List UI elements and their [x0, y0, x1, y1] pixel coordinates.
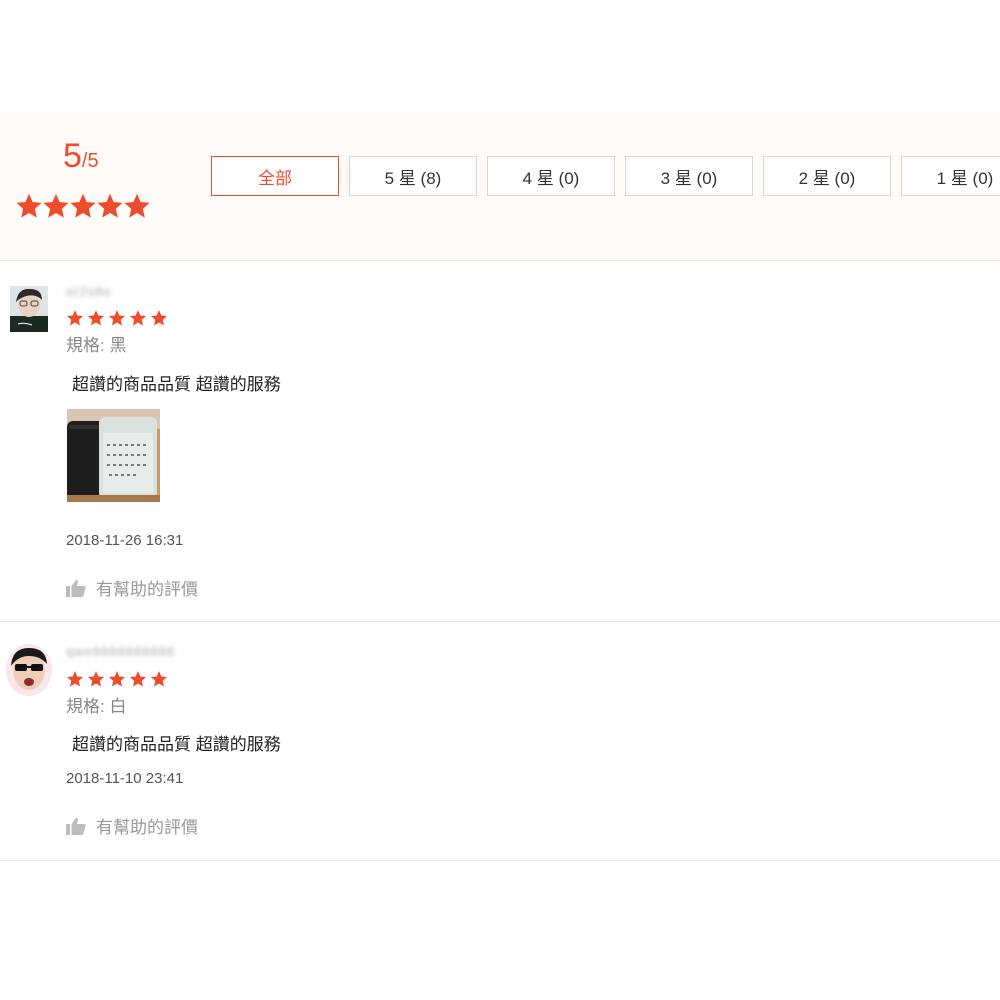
- helpful-button[interactable]: 有幫助的評價: [66, 813, 198, 838]
- star-icon: [87, 671, 105, 687]
- filter-5-star-button[interactable]: 5 星 (8): [349, 156, 477, 196]
- review-date: 2018-11-10 23:41: [66, 770, 184, 787]
- star-icon: [129, 671, 147, 687]
- thumbs-up-icon: [66, 579, 86, 597]
- helpful-button[interactable]: 有幫助的評價: [66, 575, 198, 600]
- star-icon: [70, 193, 96, 218]
- score-value: 5: [63, 137, 82, 175]
- star-icon: [150, 671, 168, 687]
- filter-2-star-button[interactable]: 2 星 (0): [763, 156, 891, 196]
- star-icon: [66, 310, 84, 326]
- overall-score: 5/5: [63, 136, 99, 181]
- filter-all-button[interactable]: 全部: [211, 156, 339, 196]
- filter-1-star-button[interactable]: 1 星 (0): [901, 156, 1000, 196]
- product-variant: 規格: 白: [66, 697, 127, 716]
- review-stars: [66, 309, 168, 327]
- avatar-image: [10, 286, 48, 332]
- review-photo[interactable]: [67, 409, 160, 502]
- rating-filter-bar: 全部 5 星 (8) 4 星 (0) 3 星 (0) 2 星 (0) 1 星 (…: [211, 156, 1000, 196]
- star-icon: [124, 193, 150, 218]
- review-stars: [66, 670, 168, 688]
- star-icon: [97, 193, 123, 218]
- helpful-label: 有幫助的評價: [96, 580, 198, 599]
- helpful-label: 有幫助的評價: [96, 818, 198, 837]
- filter-4-star-button[interactable]: 4 星 (0): [487, 156, 615, 196]
- review-item: or2s8o 規格: 黑 超讚的商品品質 超讚的服務 2018-11-26 16…: [0, 262, 1000, 622]
- reviewer-name[interactable]: or2s8o: [66, 284, 112, 299]
- star-icon: [66, 671, 84, 687]
- avatar[interactable]: [6, 644, 52, 696]
- avatar-image: [6, 644, 52, 696]
- star-icon: [87, 310, 105, 326]
- star-icon: [43, 193, 69, 218]
- star-icon: [108, 310, 126, 326]
- review-comment: 超讚的商品品質 超讚的服務: [72, 375, 281, 394]
- star-icon: [150, 310, 168, 326]
- star-icon: [129, 310, 147, 326]
- review-date: 2018-11-26 16:31: [66, 532, 184, 549]
- star-icon: [16, 193, 42, 218]
- review-comment: 超讚的商品品質 超讚的服務: [72, 735, 281, 754]
- product-variant: 規格: 黑: [66, 336, 127, 355]
- review-item: qwe8888888888 規格: 白 超讚的商品品質 超讚的服務 2018-1…: [0, 622, 1000, 861]
- overall-stars: [15, 192, 150, 220]
- reviewer-name[interactable]: qwe8888888888: [66, 644, 175, 659]
- avatar[interactable]: [10, 286, 48, 332]
- star-icon: [108, 671, 126, 687]
- rating-summary: 5/5 全部 5 星 (8) 4 星 (0) 3 星 (0) 2 星 (0) 1…: [0, 112, 1000, 261]
- thumbs-up-icon: [66, 817, 86, 835]
- filter-3-star-button[interactable]: 3 星 (0): [625, 156, 753, 196]
- score-suffix: /5: [81, 150, 99, 172]
- review-photo-image: [67, 409, 160, 502]
